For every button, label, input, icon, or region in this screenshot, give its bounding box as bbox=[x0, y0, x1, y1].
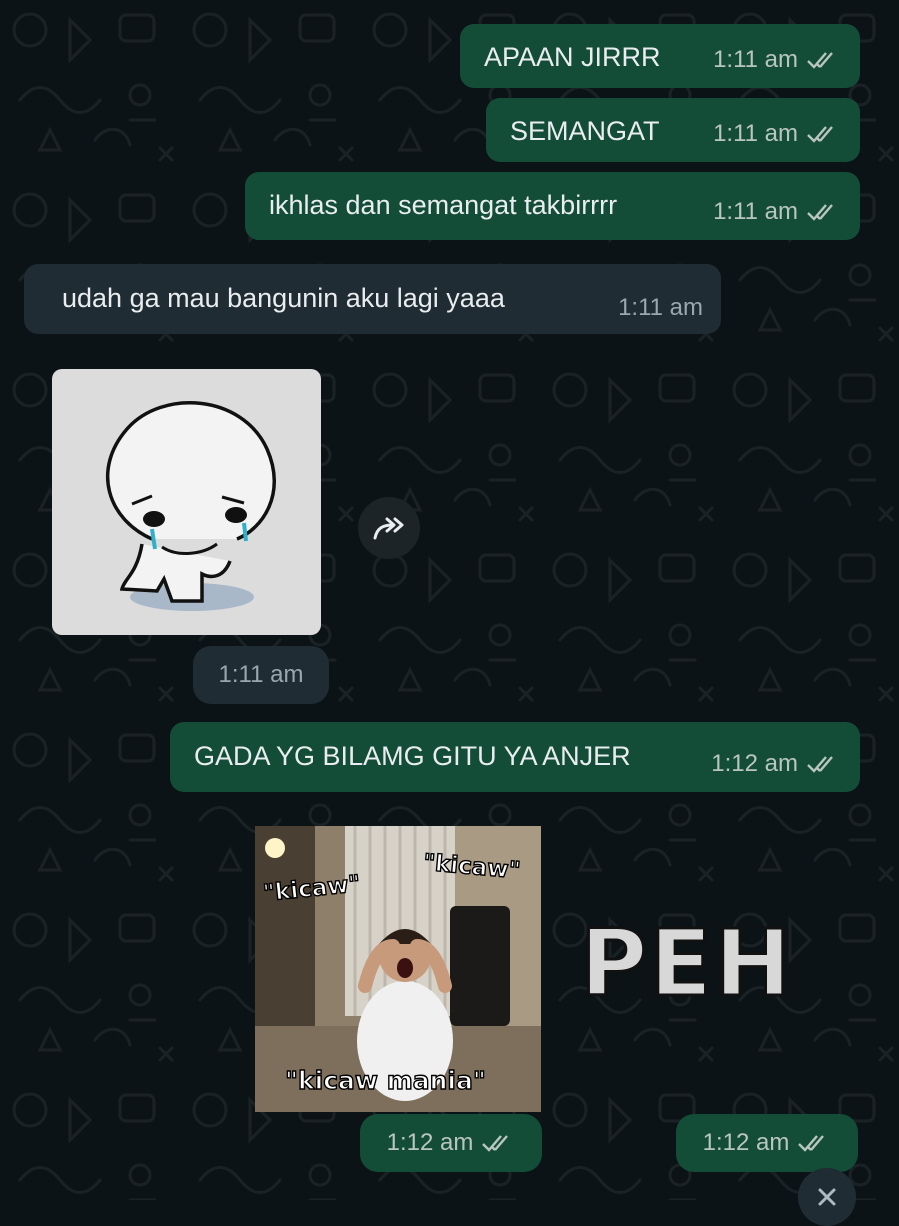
sticker-time: 1:12 am bbox=[360, 1114, 542, 1172]
double-check-icon bbox=[807, 204, 833, 221]
message-text: SEMANGAT bbox=[510, 116, 660, 146]
message-time: 1:12 am bbox=[711, 750, 798, 777]
message-bubble-outgoing[interactable]: ikhlas dan semangat takbirrrr 1:11 am bbox=[245, 172, 860, 240]
message-bubble-outgoing[interactable]: SEMANGAT 1:11 am bbox=[486, 98, 860, 162]
message-text: GADA YG BILAMG GITU YA ANJER bbox=[194, 741, 631, 771]
message-time: 1:11 am bbox=[618, 294, 703, 321]
meme-caption: "kicaw mania" bbox=[284, 1065, 486, 1095]
message-time: 1:11 am bbox=[713, 120, 798, 147]
crying-doodle-sticker[interactable] bbox=[52, 369, 321, 635]
peh-text-sticker[interactable]: PEH bbox=[578, 909, 793, 1019]
message-bubble-outgoing[interactable]: APAAN JIRRR 1:11 am bbox=[460, 24, 860, 88]
double-check-icon bbox=[482, 1135, 509, 1152]
crying-doodle-image bbox=[105, 401, 276, 611]
forward-button[interactable] bbox=[358, 497, 420, 559]
message-meta: 1:12 am bbox=[711, 748, 840, 780]
double-check-icon bbox=[807, 126, 833, 143]
message-time: 1:11 am bbox=[713, 198, 798, 225]
message-time: 1:11 am bbox=[218, 661, 304, 688]
message-meta: 1:11 am bbox=[713, 118, 840, 150]
message-time: 1:12 am bbox=[386, 1129, 474, 1156]
double-check-icon bbox=[798, 1135, 825, 1152]
close-button[interactable] bbox=[798, 1168, 856, 1226]
forward-icon bbox=[373, 517, 404, 540]
message-time: 1:12 am bbox=[702, 1129, 790, 1156]
close-icon bbox=[818, 1188, 836, 1206]
sticker-time: 1:12 am bbox=[676, 1114, 858, 1172]
kicaw-meme-sticker[interactable]: "kicaw" "kicaw" "kicaw mania" bbox=[255, 826, 541, 1112]
message-meta: 1:11 am bbox=[618, 292, 703, 324]
double-check-icon bbox=[807, 52, 833, 69]
sticker-time: 1:11 am bbox=[193, 646, 329, 704]
message-bubble-outgoing[interactable]: GADA YG BILAMG GITU YA ANJER 1:12 am bbox=[170, 722, 860, 792]
message-time: 1:11 am bbox=[713, 46, 798, 73]
message-text: udah ga mau bangunin aku lagi yaaa bbox=[62, 283, 505, 313]
message-text: APAAN JIRRR bbox=[484, 42, 661, 72]
message-meta: 1:11 am bbox=[713, 44, 840, 76]
double-check-icon bbox=[807, 756, 833, 773]
message-meta: 1:11 am bbox=[713, 196, 840, 228]
message-bubble-incoming[interactable]: udah ga mau bangunin aku lagi yaaa 1:11 … bbox=[24, 264, 721, 334]
message-text: ikhlas dan semangat takbirrrr bbox=[269, 190, 618, 220]
